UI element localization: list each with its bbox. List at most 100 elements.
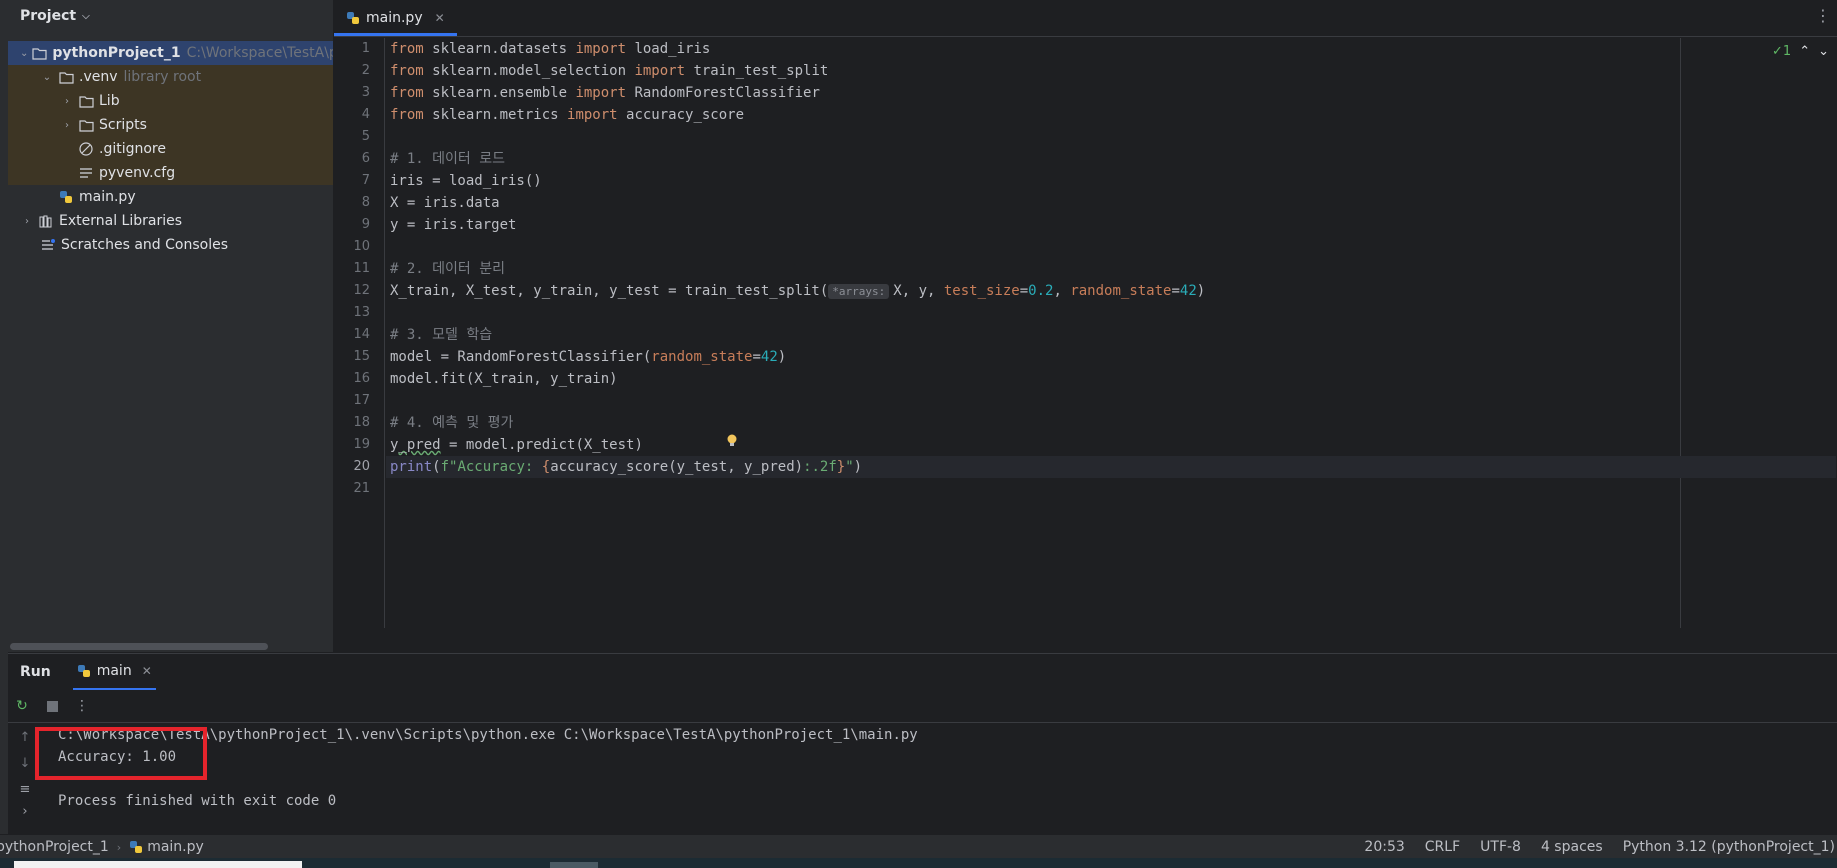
line-number: 19 bbox=[353, 437, 370, 452]
more-options-icon[interactable]: ⋮ bbox=[1815, 6, 1831, 25]
line-number: 13 bbox=[353, 305, 370, 320]
chevron-down-icon[interactable]: ⌄ bbox=[40, 72, 54, 83]
close-icon[interactable]: ✕ bbox=[435, 11, 445, 25]
chevron-right-icon[interactable]: › bbox=[16, 802, 34, 820]
chevron-right-icon: › bbox=[116, 840, 122, 854]
chevron-right-icon[interactable]: › bbox=[20, 216, 34, 227]
line-number: 20 bbox=[353, 459, 370, 474]
folder-icon bbox=[58, 69, 74, 85]
line-number: 8 bbox=[361, 195, 370, 210]
editor-tab-bar: main.py ✕ ⋮ bbox=[334, 0, 1837, 37]
python-file-icon bbox=[129, 840, 143, 854]
chevron-down-icon[interactable]: ⌄ bbox=[20, 48, 28, 59]
line-number: 9 bbox=[361, 217, 370, 232]
stop-icon[interactable] bbox=[42, 696, 62, 716]
line-number: 2 bbox=[361, 63, 370, 78]
breadcrumb-project[interactable]: pythonProject_1 bbox=[0, 839, 109, 855]
tree-item-label: .venv bbox=[79, 69, 118, 85]
caret-position[interactable]: 20:53 bbox=[1364, 839, 1404, 855]
tree-item-project-root[interactable]: ⌄ pythonProject_1 C:\Workspace\TestA\pyt… bbox=[8, 41, 333, 65]
breadcrumb: pythonProject_1 › main.py bbox=[0, 839, 204, 855]
tree-item-label: Lib bbox=[99, 93, 120, 109]
python-file-icon bbox=[346, 11, 360, 25]
code-line-3: from sklearn.ensemble import RandomFores… bbox=[390, 85, 820, 101]
tree-item-pyvenv[interactable]: pyvenv.cfg bbox=[8, 161, 333, 185]
folder-icon bbox=[78, 93, 94, 109]
run-panel: Run main ✕ ↻ ⋮ ↑ ↓ ≡ › C:\Workspace\Test… bbox=[8, 653, 1837, 835]
arrow-down-icon[interactable]: ↓ bbox=[16, 754, 34, 772]
folder-icon bbox=[32, 45, 47, 61]
line-number: 3 bbox=[361, 85, 370, 100]
line-number-gutter: 1 2 3 4 5 6 7 8 9 10 11 12 13 14 15 16 17 18 19 20 21 bbox=[334, 38, 385, 628]
code-editor: main.py ✕ ⋮ 1 2 3 4 5 6 7 8 9 10 11 12 13 14 15 16 17 18 1… bbox=[334, 0, 1837, 652]
code-line-2: from sklearn.model_selection import trai… bbox=[390, 63, 829, 79]
close-icon[interactable]: ✕ bbox=[142, 664, 152, 678]
parameter-hint: *arrays: bbox=[828, 284, 890, 299]
rerun-icon[interactable]: ↻ bbox=[12, 696, 32, 716]
scratches-icon bbox=[40, 237, 56, 253]
code-line-7: iris = load_iris() bbox=[390, 173, 542, 189]
tree-item-scripts[interactable]: › Scripts bbox=[8, 113, 333, 137]
tree-item-main-py[interactable]: main.py bbox=[8, 185, 333, 209]
tree-item-label: pythonProject_1 bbox=[52, 45, 181, 61]
tree-item-label: pyvenv.cfg bbox=[99, 165, 176, 181]
run-panel-header: Run main ✕ bbox=[8, 654, 1837, 690]
chevron-down-icon[interactable]: ⌵ bbox=[82, 11, 90, 22]
tree-item-label: main.py bbox=[79, 189, 136, 205]
line-number: 14 bbox=[353, 327, 370, 342]
line-number: 21 bbox=[353, 481, 370, 496]
arrow-up-icon[interactable]: ↑ bbox=[16, 728, 34, 746]
line-number: 16 bbox=[353, 371, 370, 386]
code-line-19: y_pred = model.predict(X_test) bbox=[390, 437, 643, 453]
line-number: 5 bbox=[361, 129, 370, 144]
library-icon bbox=[38, 213, 54, 229]
code-line-8: X = iris.data bbox=[390, 195, 500, 211]
code-line-6: # 1. 데이터 로드 bbox=[390, 151, 505, 167]
status-bar: pythonProject_1 › main.py 20:53 CRLF UTF… bbox=[0, 834, 1837, 859]
code-line-12: X_train, X_test, y_train, y_test = train… bbox=[390, 283, 1206, 299]
project-panel-header[interactable]: Project ⌵ bbox=[8, 0, 333, 32]
breadcrumb-file[interactable]: main.py bbox=[147, 839, 204, 855]
tree-item-scratches[interactable]: Scratches and Consoles bbox=[8, 233, 333, 257]
project-panel: Project ⌵ ⌄ pythonProject_1 C:\Workspace… bbox=[8, 0, 334, 652]
line-number: 6 bbox=[361, 151, 370, 166]
indent-setting[interactable]: 4 spaces bbox=[1541, 839, 1603, 855]
interpreter-selector[interactable]: Python 3.12 (pythonProject_1) bbox=[1623, 839, 1835, 855]
lightbulb-icon[interactable] bbox=[726, 434, 738, 448]
tab-main-py[interactable]: main.py ✕ bbox=[334, 2, 457, 36]
tree-item-lib[interactable]: › Lib bbox=[8, 89, 333, 113]
chevron-right-icon[interactable]: › bbox=[60, 96, 74, 107]
chevron-right-icon[interactable]: › bbox=[60, 120, 74, 131]
tab-label: main.py bbox=[366, 9, 423, 26]
tree-item-label: Scratches and Consoles bbox=[61, 237, 228, 253]
tree-item-external-libraries[interactable]: › External Libraries bbox=[8, 209, 333, 233]
line-number: 15 bbox=[353, 349, 370, 364]
soft-wrap-icon[interactable]: ≡ bbox=[16, 780, 34, 798]
run-title: Run bbox=[20, 664, 51, 680]
project-title: Project bbox=[20, 8, 77, 24]
run-tab-main[interactable]: main ✕ bbox=[72, 654, 156, 690]
horizontal-scrollbar[interactable] bbox=[10, 643, 268, 650]
tree-item-hint: C:\Workspace\TestA\pytho bbox=[186, 45, 333, 61]
text-file-icon bbox=[78, 165, 94, 181]
file-encoding[interactable]: UTF-8 bbox=[1480, 839, 1521, 855]
ignore-file-icon bbox=[78, 141, 94, 157]
folder-icon bbox=[78, 117, 94, 133]
line-number: 10 bbox=[353, 239, 370, 254]
code-line-9: y = iris.target bbox=[390, 217, 517, 233]
line-number: 7 bbox=[361, 173, 370, 188]
line-separator[interactable]: CRLF bbox=[1425, 839, 1460, 855]
code-line-14: # 3. 모델 학습 bbox=[390, 327, 493, 343]
status-widgets: 20:53 CRLF UTF-8 4 spaces Python 3.12 (p… bbox=[1364, 835, 1837, 859]
line-number: 4 bbox=[361, 107, 370, 122]
run-tab-label: main bbox=[96, 663, 132, 679]
line-number: 17 bbox=[353, 393, 370, 408]
console-line: Process finished with exit code 0 bbox=[58, 793, 337, 809]
taskbar-strip bbox=[0, 858, 1837, 868]
code-line-15: model = RandomForestClassifier(random_st… bbox=[390, 349, 787, 365]
tree-item-label: External Libraries bbox=[59, 213, 182, 229]
tree-item-gitignore[interactable]: .gitignore bbox=[8, 137, 333, 161]
line-number: 12 bbox=[353, 283, 370, 298]
tree-item-venv[interactable]: ⌄ .venv library root bbox=[8, 65, 333, 89]
more-options-icon[interactable]: ⋮ bbox=[72, 696, 92, 716]
